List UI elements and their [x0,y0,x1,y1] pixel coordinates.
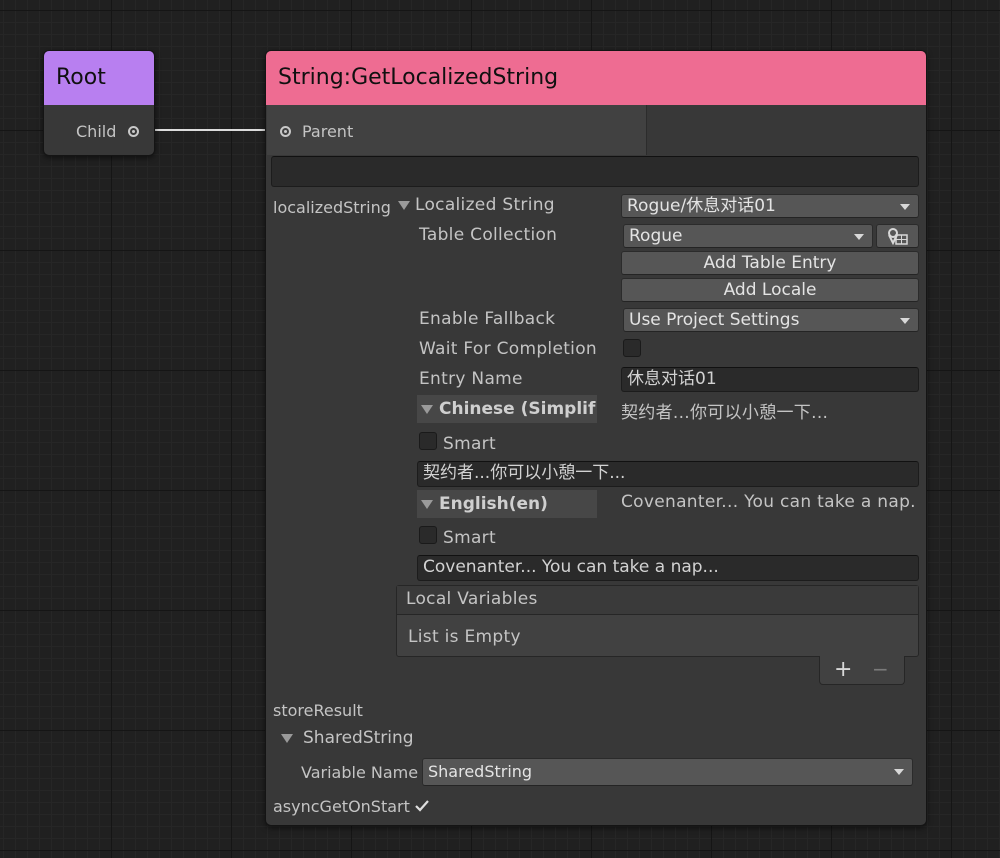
async-get-on-start-label: asyncGetOnStart [273,797,410,816]
async-get-on-start-checkbox[interactable] [411,795,433,817]
shared-string-foldout[interactable]: SharedString [281,728,414,748]
local-variables-list: Local Variables List is Empty [396,585,919,657]
store-result-label: storeResult [273,701,363,720]
locale-preview-english: Covenanter... You can take a nap. [621,492,916,512]
foldout-arrow-icon [281,733,293,743]
root-node-title: Root [56,65,106,90]
remove-item-button[interactable]: − [872,657,889,681]
smart-label-english: Smart [443,528,496,548]
enable-fallback-label: Enable Fallback [419,309,556,329]
locale-map-icon [888,228,908,246]
list-empty-text: List is Empty [408,627,521,647]
localized-string-label: localizedString [273,198,391,217]
entry-name-label: Entry Name [419,369,523,389]
enable-fallback-dropdown[interactable]: Use Project Settings [623,308,919,332]
chevron-down-icon [854,234,864,240]
locale-name-chinese: Chinese (Simplif [439,399,596,419]
wait-for-completion-label: Wait For Completion [419,339,597,359]
empty-text-field[interactable] [271,156,919,187]
shared-string-foldout-label: SharedString [303,728,414,748]
localized-string-value: Rogue/休息对话01 [627,196,776,216]
localized-string-dropdown[interactable]: Rogue/休息对话01 [621,194,919,218]
locale-preview-chinese: 契约者...你可以小憩一下... [621,403,829,423]
smart-checkbox-english[interactable] [419,526,437,544]
variable-name-value: SharedString [428,762,533,781]
add-locale-button[interactable]: Add Locale [621,278,919,302]
parent-port[interactable] [280,126,291,137]
localized-string-foldout-label: Localized String [415,195,555,215]
entry-name-field[interactable]: 休息对话01 [621,367,919,392]
chevron-down-icon [900,318,910,324]
locale-text-field-english[interactable]: Covenanter... You can take a nap... [417,555,919,581]
variable-name-label: Variable Name [301,763,419,782]
local-variables-title: Local Variables [406,589,538,609]
wait-for-completion-checkbox[interactable] [623,339,641,357]
parent-port-label: Parent [302,122,354,141]
checkmark-icon [415,800,429,812]
add-table-entry-button[interactable]: Add Table Entry [621,251,919,275]
localized-string-foldout[interactable]: Localized String [398,195,555,215]
chevron-down-icon [894,769,904,775]
locale-foldout-english[interactable]: English(en) [417,490,597,518]
root-node[interactable]: Root Child [43,50,155,156]
add-item-button[interactable]: + [834,657,852,682]
variable-name-dropdown[interactable]: SharedString [422,758,913,786]
foldout-arrow-icon [398,200,410,210]
main-node-title: String:GetLocalizedString [278,65,559,90]
table-collection-value: Rogue [629,226,683,246]
root-node-header[interactable]: Root [44,51,154,105]
smart-label-chinese: Smart [443,434,496,454]
child-port[interactable] [128,126,139,137]
smart-checkbox-chinese[interactable] [419,432,437,450]
foldout-arrow-icon [421,499,433,509]
list-footer [819,656,905,685]
table-collection-label: Table Collection [419,225,558,245]
table-collection-dropdown[interactable]: Rogue [623,224,873,248]
main-node-header[interactable]: String:GetLocalizedString [266,51,926,105]
locale-text-field-chinese[interactable]: 契约者...你可以小憩一下... [417,461,919,487]
table-collection-locale-button[interactable] [876,224,919,248]
enable-fallback-value: Use Project Settings [629,310,800,330]
locale-foldout-chinese[interactable]: Chinese (Simplif [417,395,597,423]
child-port-label: Child [76,122,117,141]
foldout-arrow-icon [421,404,433,414]
chevron-down-icon [900,204,910,210]
locale-name-english: English(en) [439,494,548,514]
